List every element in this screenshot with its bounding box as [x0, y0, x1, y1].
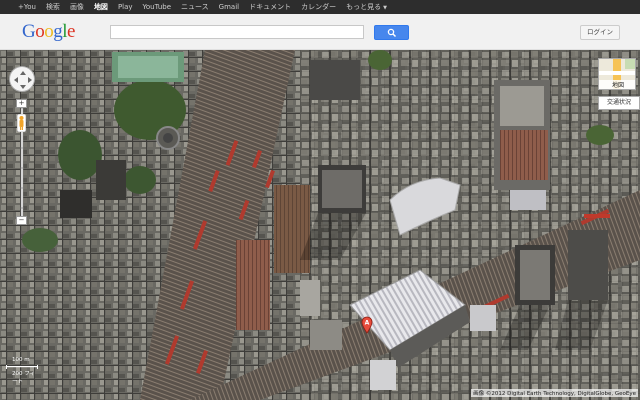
nav-more-label: もっと見る	[346, 2, 382, 11]
nav-plus-you[interactable]: +You	[18, 0, 36, 14]
logo-letter: e	[67, 21, 75, 42]
traffic-button[interactable]: 交通状況	[598, 96, 640, 110]
nav-docs[interactable]: ドキュメント	[249, 0, 291, 14]
map-type-label: 地図	[599, 80, 635, 89]
imagery-copyright: 画像 ©2012 Digital Earth Technology, Digit…	[471, 389, 638, 397]
nav-youtube[interactable]: YouTube	[143, 0, 171, 14]
nav-news[interactable]: ニュース	[181, 0, 209, 14]
nav-more[interactable]: もっと見る ▼	[346, 0, 387, 15]
logo-letter: o	[44, 21, 54, 42]
map-type-thumbnail: 地図	[598, 58, 636, 90]
marker-label: A	[365, 320, 370, 327]
pan-arrows-icon	[14, 71, 32, 89]
search-header: Google ログイン	[0, 14, 640, 50]
logo-letter: G	[22, 21, 36, 42]
nav-images[interactable]: 画像	[70, 0, 84, 14]
logo-letter: o	[35, 21, 45, 42]
map-marker-icon[interactable]: A	[361, 316, 373, 334]
scale-metric: 100 m	[12, 357, 30, 363]
scale-bar: 100 m 200 フィート	[6, 353, 40, 385]
zoom-out-button[interactable]: −	[16, 216, 27, 225]
search-input[interactable]	[110, 25, 364, 39]
search-icon	[387, 28, 397, 38]
satellite-map[interactable]: A	[0, 50, 640, 400]
login-button[interactable]: ログイン	[580, 25, 620, 40]
pan-control[interactable]	[9, 66, 35, 92]
logo-letter: g	[53, 21, 63, 42]
satellite-imagery	[0, 50, 640, 400]
google-bar: +You 検索 画像 地図 Play YouTube ニュース Gmail ドキ…	[0, 0, 640, 14]
google-logo[interactable]: Google	[22, 22, 75, 42]
zoom-in-button[interactable]: +	[16, 99, 27, 108]
nav-search[interactable]: 検索	[46, 0, 60, 14]
nav-gmail[interactable]: Gmail	[219, 0, 239, 14]
nav-maps[interactable]: 地図	[94, 0, 108, 14]
nav-play[interactable]: Play	[118, 0, 133, 14]
nav-calendar[interactable]: カレンダー	[301, 0, 336, 14]
pegman-icon[interactable]	[17, 114, 26, 132]
search-button[interactable]	[374, 25, 409, 40]
scale-imperial: 200 フィート	[12, 371, 36, 385]
chevron-down-icon: ▼	[383, 4, 387, 11]
